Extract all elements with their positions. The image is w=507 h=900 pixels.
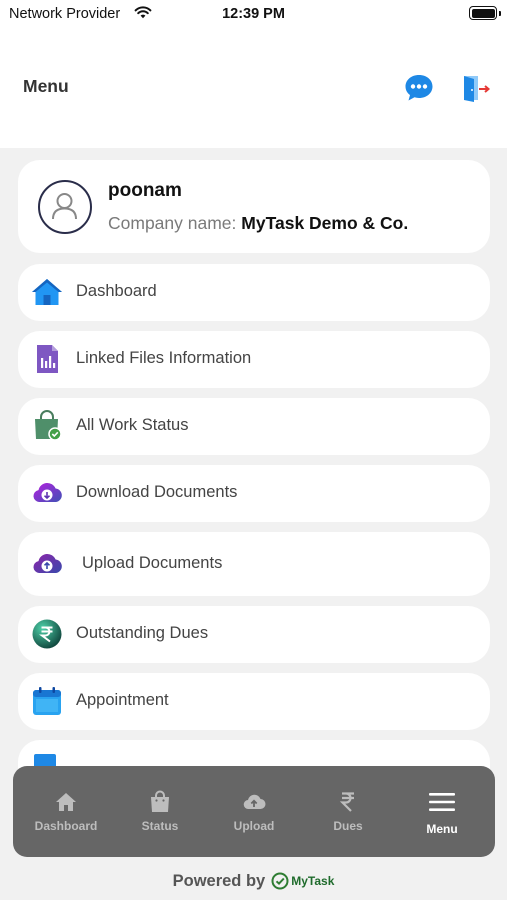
menu-item-download-documents[interactable]: Download Documents	[18, 465, 490, 522]
nav-label: Status	[141, 819, 179, 833]
powered-by-footer: Powered by MyTask	[0, 868, 507, 894]
chat-button[interactable]	[403, 72, 435, 104]
company-value: MyTask Demo & Co.	[241, 213, 409, 233]
menu-item-work-status[interactable]: All Work Status	[18, 398, 490, 455]
menu-item-label: Linked Files Information	[76, 349, 252, 367]
menu-item-label: Dashboard	[76, 282, 157, 300]
cloud-upload-icon	[243, 794, 266, 810]
nav-menu[interactable]: Menu	[394, 766, 490, 857]
rupee-coin-icon	[32, 619, 62, 649]
company-label: Company name:	[108, 213, 237, 233]
logo-text: MyTask	[291, 874, 335, 888]
home-icon	[32, 279, 62, 305]
file-chart-icon	[37, 345, 58, 373]
menu-item-label: All Work Status	[76, 416, 189, 434]
status-bar: Network Provider 12:39 PM	[0, 0, 507, 28]
nav-status[interactable]: Status	[112, 766, 208, 857]
calendar-icon	[33, 687, 61, 715]
bottom-navigation: Dashboard Status Upload Dues Menu	[13, 766, 495, 857]
chat-bubble-icon	[405, 75, 433, 101]
battery-icon	[469, 6, 501, 20]
mytask-logo: MyTask	[271, 872, 334, 890]
logout-door-icon	[464, 76, 491, 102]
menu-item-linked-files[interactable]: Linked Files Information	[18, 331, 490, 388]
nav-label: Dashboard	[34, 819, 98, 833]
menu-item-label: Appointment	[76, 691, 169, 709]
profile-name: poonam	[108, 180, 182, 201]
nav-dues[interactable]: Dues	[300, 766, 396, 857]
avatar	[38, 180, 92, 234]
nav-label: Dues	[333, 819, 363, 833]
powered-by-text: Powered by	[172, 871, 266, 890]
menu-item-upload-documents[interactable]: Upload Documents	[18, 532, 490, 596]
page-title: Menu	[23, 76, 69, 96]
clock: 12:39 PM	[222, 6, 285, 22]
company-line: Company name: MyTask Demo & Co.	[108, 213, 408, 234]
menu-item-label: Outstanding Dues	[76, 624, 209, 642]
logout-button[interactable]	[461, 72, 491, 104]
cloud-download-icon	[33, 482, 62, 502]
mytask-logo-icon	[271, 872, 289, 890]
nav-label: Menu	[426, 822, 458, 836]
user-icon	[52, 193, 77, 220]
nav-label: Upload	[233, 819, 275, 833]
nav-upload[interactable]: Upload	[206, 766, 302, 857]
hamburger-icon	[429, 793, 455, 811]
menu-item-appointment[interactable]: Appointment	[18, 673, 490, 730]
menu-item-dashboard[interactable]: Dashboard	[18, 264, 490, 321]
nav-dashboard[interactable]: Dashboard	[18, 766, 114, 857]
menu-item-label: Upload Documents	[82, 554, 223, 572]
bag-icon	[151, 790, 169, 812]
rupee-icon	[339, 792, 354, 812]
menu-item-outstanding-dues[interactable]: Outstanding Dues	[18, 606, 490, 663]
app-header: Menu	[0, 28, 507, 148]
profile-card: poonam Company name: MyTask Demo & Co.	[18, 160, 490, 253]
cloud-upload-icon	[33, 553, 62, 573]
bag-check-icon	[35, 410, 62, 441]
menu-item-label: Download Documents	[76, 483, 238, 501]
home-icon	[56, 793, 76, 811]
